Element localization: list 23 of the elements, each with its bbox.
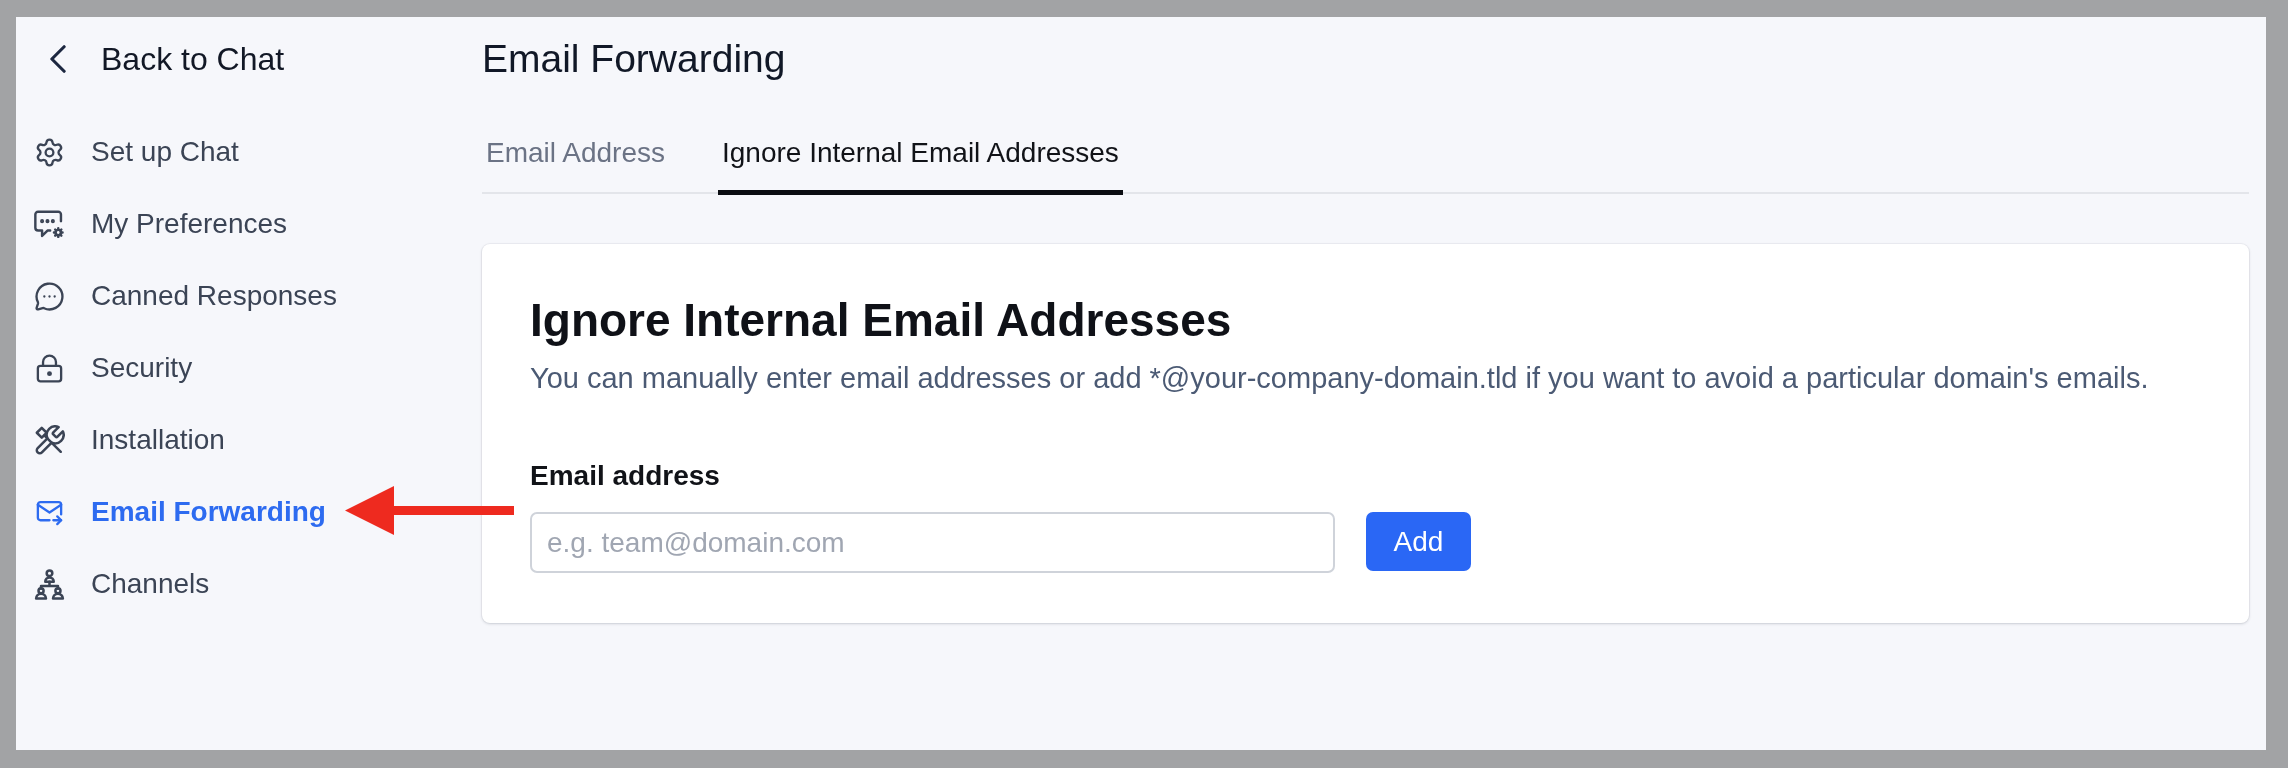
chat-bubble-icon: [34, 280, 65, 312]
hammer-wrench-icon: [34, 424, 65, 456]
gear-icon: [34, 136, 65, 168]
page-title: Email Forwarding: [482, 36, 786, 82]
chevron-left-icon: [49, 45, 67, 73]
add-button[interactable]: Add: [1366, 512, 1471, 571]
sidebar-item[interactable]: Email Forwarding: [34, 476, 326, 548]
sidebar-item[interactable]: Installation: [34, 404, 225, 476]
card-heading: Ignore Internal Email Addresses: [530, 293, 1232, 348]
sidebar-item[interactable]: My Preferences: [34, 188, 288, 260]
email-input[interactable]: e.g. team@domain.com: [530, 512, 1335, 573]
back-link[interactable]: Back to Chat: [49, 36, 285, 82]
chat-gear-icon: [34, 208, 65, 240]
sidebar-item[interactable]: Set up Chat: [34, 116, 239, 188]
field-label: Email address: [530, 459, 720, 493]
card-description: You can manually enter email addresses or add *@your-company-domain.tld if you want to avoid a particular domain's emails.: [530, 361, 2149, 396]
sidebar-item[interactable]: Security: [34, 332, 193, 404]
lock-icon: [34, 352, 65, 384]
sidebar-item[interactable]: Canned Responses: [34, 260, 337, 332]
tab[interactable]: Email Address: [482, 136, 669, 195]
sidebar-item[interactable]: Channels: [34, 548, 210, 620]
people-network-icon: [34, 568, 65, 600]
tab[interactable]: Ignore Internal Email Addresses: [717, 136, 1123, 195]
